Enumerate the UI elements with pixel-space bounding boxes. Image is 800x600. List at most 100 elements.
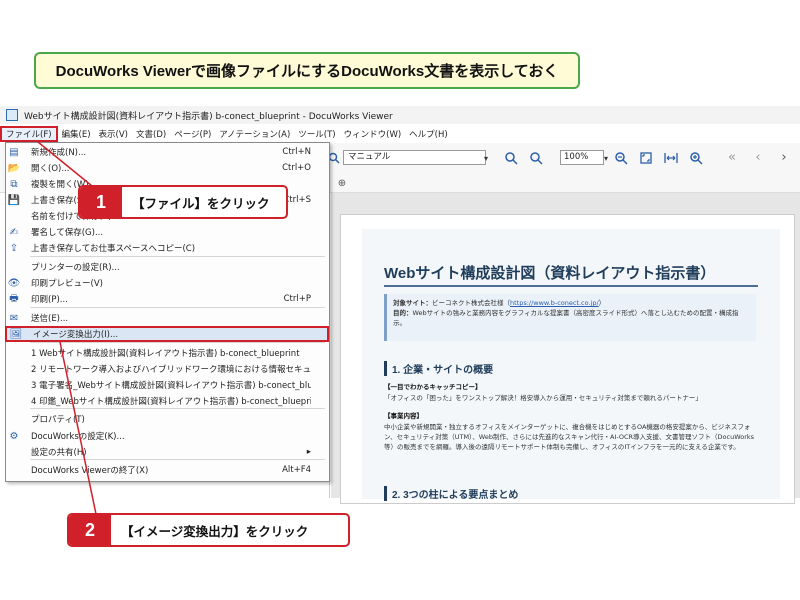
menu-icon-blank [7, 463, 21, 477]
callout-1-number: 1 [80, 187, 122, 217]
summary-purpose-value: Webサイトの強みと業務内容をグラフィカルな提案書（高密度スライド形式）へ落とし… [393, 309, 739, 327]
file-menu-item-label: 印刷(P)... [31, 295, 68, 305]
section-heading-2: 2. 3つの柱による要点まとめ [384, 486, 518, 501]
menu-icon-blank [7, 378, 21, 392]
file-menu-item-5[interactable]: ✍ 署名して保存(G)... [5, 224, 325, 240]
copy-workspace-icon: ⇪ [9, 242, 19, 254]
menu-icon-blank [7, 394, 21, 408]
file-menu-item-12[interactable]: 1 Webサイト構成設計図(資料レイアウト指示書) b-conect_bluep… [5, 345, 325, 361]
menu-icon-blank [7, 209, 21, 223]
section-heading-1: 1. 企業・サイトの概要 [384, 361, 493, 376]
file-menu-item-label: イメージ変換出力(I)... [33, 330, 119, 340]
settings-icon: ⚙ [9, 430, 19, 442]
callout-step-2: 2 【イメージ変換出力】をクリック [67, 513, 350, 547]
summary-link[interactable]: https://www.b-conect.co.jp/ [510, 299, 599, 307]
menu-icon-blank [7, 346, 21, 360]
file-menu-item-16[interactable]: プロパティ(T) [5, 411, 325, 427]
zoom-out-icon[interactable] [613, 150, 629, 166]
sign-save-icon: ✍ [9, 226, 19, 238]
menu-icon-blank [7, 412, 21, 426]
file-menu-item-label: 送信(E)... [31, 314, 69, 324]
file-menu-item-11[interactable]: 🖼 イメージ変換出力(I)... [5, 326, 329, 342]
file-menu-item-label: DocuWorks Viewerの終了(X) [31, 466, 149, 476]
menu-help[interactable]: ヘルプ(H) [405, 126, 452, 142]
file-menu-item-label: プリンターの設定(R)... [31, 263, 120, 273]
fit-page-icon[interactable] [638, 150, 654, 166]
summary-target-label: 対象サイト： [393, 299, 432, 307]
catch-text: 「オフィスの「困った」をワンストップ解決！格安導入から運用・セキュリティ対策まで… [384, 394, 702, 402]
menu-tools[interactable]: ツール(T) [294, 126, 339, 142]
file-menu-item-label: 新規作成(N)... [31, 148, 87, 158]
file-menu-item-label: 上書き保存してお仕事スペースへコピー(C) [31, 244, 196, 254]
file-menu-item-10[interactable]: ✉ 送信(E)... [5, 310, 325, 326]
fit-width-icon[interactable] [663, 150, 679, 166]
file-menu-item-shortcut: Ctrl+N [282, 147, 311, 157]
menu-bar: ファイル(F) 編集(E) 表示(V) 文書(D) ページ(P) アノテーション… [0, 126, 800, 142]
search-input[interactable]: マニュアル [343, 150, 486, 165]
zoom-dropdown-icon[interactable]: ▾ [598, 150, 614, 166]
file-menu-item-14[interactable]: 3 電子署名_Webサイト構成設計図(資料レイアウト指示書) b-conect_… [5, 377, 325, 393]
file-menu-item-15[interactable]: 4 印鑑_Webサイト構成設計図(資料レイアウト指示書) b-conect_bl… [5, 393, 325, 409]
menu-separator [30, 307, 325, 308]
file-menu-item-shortcut: Ctrl+O [282, 163, 311, 173]
window-title: Webサイト構成設計図(資料レイアウト指示書) b-conect_bluepri… [24, 111, 393, 122]
annotation-tool-icon[interactable]: ⊕ [334, 175, 350, 191]
menu-annotation[interactable]: アノテーション(A) [215, 126, 294, 142]
file-menu-item-label: 3 電子署名_Webサイト構成設計図(資料レイアウト指示書) b-conect_… [31, 381, 311, 391]
business-label: 【事業内容】 [384, 412, 423, 420]
menu-file[interactable]: ファイル(F) [0, 126, 58, 142]
find-next-icon[interactable] [528, 150, 544, 166]
save-icon: 💾 [7, 194, 21, 206]
search-dropdown-icon[interactable]: ▾ [478, 150, 494, 166]
file-menu-item-label: 署名して保存(G)... [31, 228, 104, 238]
menu-view[interactable]: 表示(V) [95, 126, 132, 142]
file-menu-item-label: 1 Webサイト構成設計図(資料レイアウト指示書) b-conect_bluep… [31, 349, 300, 359]
zoom-in-icon[interactable] [688, 150, 704, 166]
window-titlebar: Webサイト構成設計図(資料レイアウト指示書) b-conect_bluepri… [0, 106, 800, 124]
first-page-icon[interactable]: « [724, 149, 740, 165]
submenu-arrow-icon: ▸ [306, 447, 311, 457]
file-menu-item-label: 2 リモートワーク導入およびハイブリッドワーク環境における情報セキュリティ運用ガ… [31, 365, 311, 375]
file-menu-item-shortcut: Alt+F4 [282, 465, 311, 475]
mail-icon: ✉ [9, 312, 19, 324]
file-menu-item-0[interactable]: ▤ 新規作成(N)... Ctrl+N [5, 144, 325, 160]
instruction-banner: DocuWorks Viewerで画像ファイルにするDocuWorks文書を表示… [34, 52, 580, 89]
file-menu-item-17[interactable]: ⚙ DocuWorksの設定(K)... [5, 428, 325, 444]
menu-separator [30, 342, 325, 343]
file-menu-item-9[interactable]: 🖶 印刷(P)... Ctrl+P [5, 291, 325, 307]
file-menu-item-18[interactable]: 設定の共有(H) ▸ [5, 444, 325, 460]
file-menu-item-19[interactable]: DocuWorks Viewerの終了(X) Alt+F4 [5, 462, 325, 478]
file-menu-item-label: DocuWorksの設定(K)... [31, 432, 125, 442]
file-menu-item-6[interactable]: ⇪ 上書き保存してお仕事スペースへコピー(C) [5, 240, 325, 256]
catch-label: 【一目でわかるキャッチコピー】 [384, 383, 482, 391]
menu-icon-blank [7, 445, 21, 459]
docuworks-app-icon [6, 109, 18, 121]
prev-page-icon[interactable]: ‹ [750, 149, 766, 165]
business-text: 中小企業や新規開業・独立するオフィスをメインターゲットに、複合機をはじめとするO… [384, 423, 755, 451]
duplicate-icon: ⧉ [10, 178, 18, 190]
callout-2-text: 【イメージ変換出力】をクリック [121, 524, 309, 539]
file-menu-item-label: 設定の共有(H) [31, 448, 87, 458]
image-export-icon: 🖼 [9, 328, 23, 340]
callout-2-number: 2 [69, 515, 111, 545]
file-menu-item-7[interactable]: プリンターの設定(R)... [5, 259, 325, 275]
file-menu-item-1[interactable]: 📂 開く(O)... Ctrl+O [5, 160, 325, 176]
menu-edit[interactable]: 編集(E) [58, 126, 95, 142]
summary-target-value: ビーコネクト株式会社様（ [432, 299, 510, 307]
file-menu-item-label: 4 印鑑_Webサイト構成設計図(資料レイアウト指示書) b-conect_bl… [31, 397, 311, 407]
callout-step-1: 1 【ファイル】をクリック [78, 185, 288, 219]
summary-box: 対象サイト：ビーコネクト株式会社様（https://www.b-conect.c… [384, 294, 756, 341]
find-prev-icon[interactable] [503, 150, 519, 166]
file-menu-item-8[interactable]: 👁 印刷プレビュー(V) [5, 275, 325, 291]
menu-icon-blank [7, 362, 21, 376]
file-menu-item-label: プロパティ(T) [31, 415, 85, 425]
file-menu-item-13[interactable]: 2 リモートワーク導入およびハイブリッドワーク環境における情報セキュリティ運用ガ… [5, 361, 325, 377]
title-rule [384, 285, 758, 287]
menu-icon-blank [7, 260, 21, 274]
menu-document[interactable]: 文書(D) [132, 126, 170, 142]
menu-window[interactable]: ウィンドウ(W) [340, 126, 406, 142]
menu-page[interactable]: ページ(P) [170, 126, 215, 142]
file-menu-item-shortcut: Ctrl+P [283, 294, 311, 304]
next-page-icon[interactable]: › [776, 149, 792, 165]
document-title: Webサイト構成設計図（資料レイアウト指示書） [384, 265, 716, 282]
